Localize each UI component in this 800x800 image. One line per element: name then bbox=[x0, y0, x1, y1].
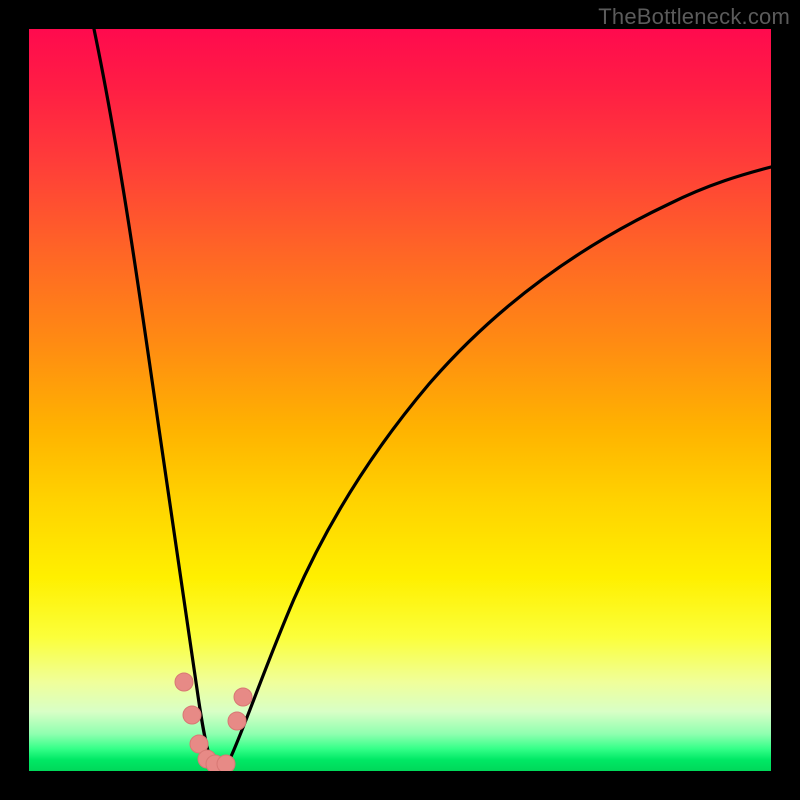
left-curve bbox=[94, 29, 211, 761]
marker-dot bbox=[175, 673, 193, 691]
right-curve bbox=[229, 167, 771, 761]
marker-dot bbox=[234, 688, 252, 706]
marker-dot bbox=[183, 706, 201, 724]
curve-layer bbox=[29, 29, 771, 771]
marker-dot bbox=[228, 712, 246, 730]
chart-frame: TheBottleneck.com bbox=[0, 0, 800, 800]
watermark-text: TheBottleneck.com bbox=[598, 4, 790, 30]
marker-group bbox=[175, 673, 252, 771]
plot-area bbox=[29, 29, 771, 771]
marker-dot bbox=[217, 755, 235, 771]
